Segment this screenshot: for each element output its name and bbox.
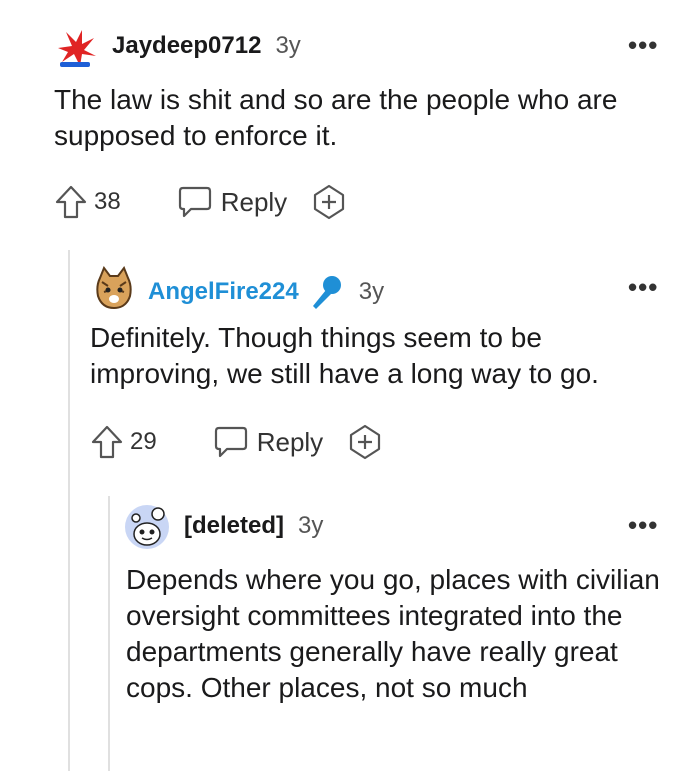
reply-label: Reply	[256, 426, 324, 457]
username: [deleted]	[184, 512, 285, 539]
chat-bubble-icon	[177, 185, 213, 219]
avatar[interactable]	[92, 265, 136, 310]
username[interactable]: AngelFire224	[148, 278, 299, 306]
microphone-icon	[309, 274, 343, 310]
comment-age: 3y	[298, 512, 324, 539]
reply-label: Reply	[220, 186, 288, 217]
username[interactable]: Jaydeep0712	[112, 32, 261, 60]
more-options-icon[interactable]: •••	[628, 32, 658, 58]
reply-button[interactable]: Reply	[177, 185, 287, 219]
thread-line-level1	[68, 250, 70, 771]
comment-body: Definitely. Though things seem to be imp…	[90, 322, 599, 389]
comment-body: Depends where you go, places with civili…	[126, 564, 660, 703]
chat-bubble-icon	[213, 425, 249, 459]
snoo-avatar-icon	[125, 505, 169, 549]
comment-body: The law is shit and so are the people wh…	[54, 84, 618, 151]
vote-count: 38	[94, 188, 121, 215]
award-icon[interactable]	[347, 424, 383, 460]
avatar[interactable]	[52, 26, 98, 70]
more-options-icon[interactable]: •••	[628, 512, 658, 538]
upvote-icon[interactable]	[54, 184, 88, 220]
upvote-icon[interactable]	[90, 424, 124, 460]
red-brush-logo-icon	[58, 30, 96, 67]
comment-age: 3y	[358, 278, 385, 305]
avatar[interactable]	[124, 504, 170, 550]
cat-avatar-icon	[96, 265, 132, 310]
award-icon[interactable]	[311, 184, 347, 220]
reply-button[interactable]: Reply	[213, 425, 323, 459]
vote-count: 29	[130, 428, 157, 455]
thread-line-level2	[108, 496, 110, 771]
more-options-icon[interactable]: •••	[628, 274, 658, 300]
comment-age: 3y	[275, 32, 301, 59]
